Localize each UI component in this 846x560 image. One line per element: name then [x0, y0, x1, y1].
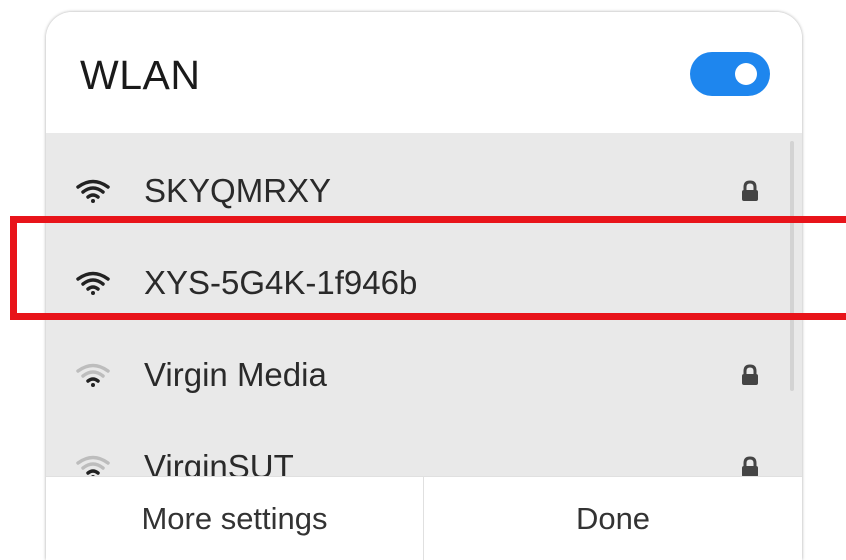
network-row-virginsut[interactable]: VirginSUT [46, 421, 802, 476]
dialog-title: WLAN [80, 52, 201, 98]
wifi-icon [76, 179, 110, 203]
lock-icon [742, 456, 758, 476]
done-button[interactable]: Done [424, 477, 802, 560]
wifi-icon [76, 455, 110, 476]
wifi-icon [76, 363, 110, 387]
more-settings-button[interactable]: More settings [46, 477, 423, 560]
network-name: VirginSUT [144, 448, 294, 476]
network-row-skyqmrxy[interactable]: SKYQMRXY [46, 145, 802, 237]
lock-icon [742, 180, 758, 201]
lock-icon [742, 364, 758, 385]
dialog-footer: More settings Done [46, 476, 802, 560]
dialog-header: WLAN [46, 12, 802, 133]
list-scrollbar[interactable] [790, 141, 794, 391]
wlan-toggle[interactable] [690, 52, 770, 96]
network-name: Virgin Media [144, 356, 327, 393]
toggle-knob [735, 63, 757, 85]
network-name: XYS-5G4K-1f946b [144, 264, 418, 301]
wifi-icon [76, 271, 110, 295]
network-name: SKYQMRXY [144, 172, 332, 209]
network-row-xys-5g4k[interactable]: XYS-5G4K-1f946b [46, 237, 802, 329]
network-row-virgin-media[interactable]: Virgin Media [46, 329, 802, 421]
network-list[interactable]: SKYQMRXY XYS-5G4K-1f946b Virgin Media Vi… [46, 133, 802, 476]
wlan-dialog: WLAN SKYQMRXY XYS-5G4K-1f946b Virgin Med… [46, 12, 802, 560]
